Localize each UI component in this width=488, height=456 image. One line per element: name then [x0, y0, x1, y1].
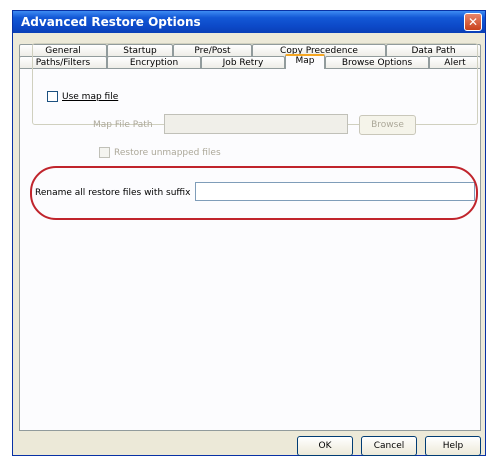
restore-unmapped-label: Restore unmapped files: [114, 147, 221, 158]
map-file-group: [32, 43, 478, 125]
suffix-input[interactable]: [195, 182, 475, 201]
browse-button[interactable]: Browse: [359, 115, 416, 135]
tab-map[interactable]: Map: [285, 54, 325, 69]
use-map-file-label: Use map file: [62, 91, 119, 102]
map-file-path-input[interactable]: [164, 114, 348, 134]
cancel-button[interactable]: Cancel: [361, 436, 417, 456]
help-button[interactable]: Help: [425, 436, 481, 456]
use-map-file-checkbox[interactable]: [47, 91, 58, 102]
dialog-title: Advanced Restore Options: [21, 15, 201, 29]
advanced-restore-options-dialog: Advanced Restore Options ✕ General Start…: [12, 10, 486, 456]
close-icon: ✕: [467, 15, 479, 29]
restore-unmapped-row[interactable]: Restore unmapped files: [99, 147, 221, 158]
ok-button[interactable]: OK: [297, 436, 353, 456]
restore-unmapped-checkbox[interactable]: [99, 147, 110, 158]
map-file-path-label: Map File Path: [93, 120, 153, 130]
title-bar[interactable]: Advanced Restore Options ✕: [13, 11, 485, 33]
use-map-file-row[interactable]: Use map file: [47, 91, 118, 102]
close-button[interactable]: ✕: [464, 13, 482, 31]
suffix-label: Rename all restore files with suffix: [35, 188, 191, 198]
